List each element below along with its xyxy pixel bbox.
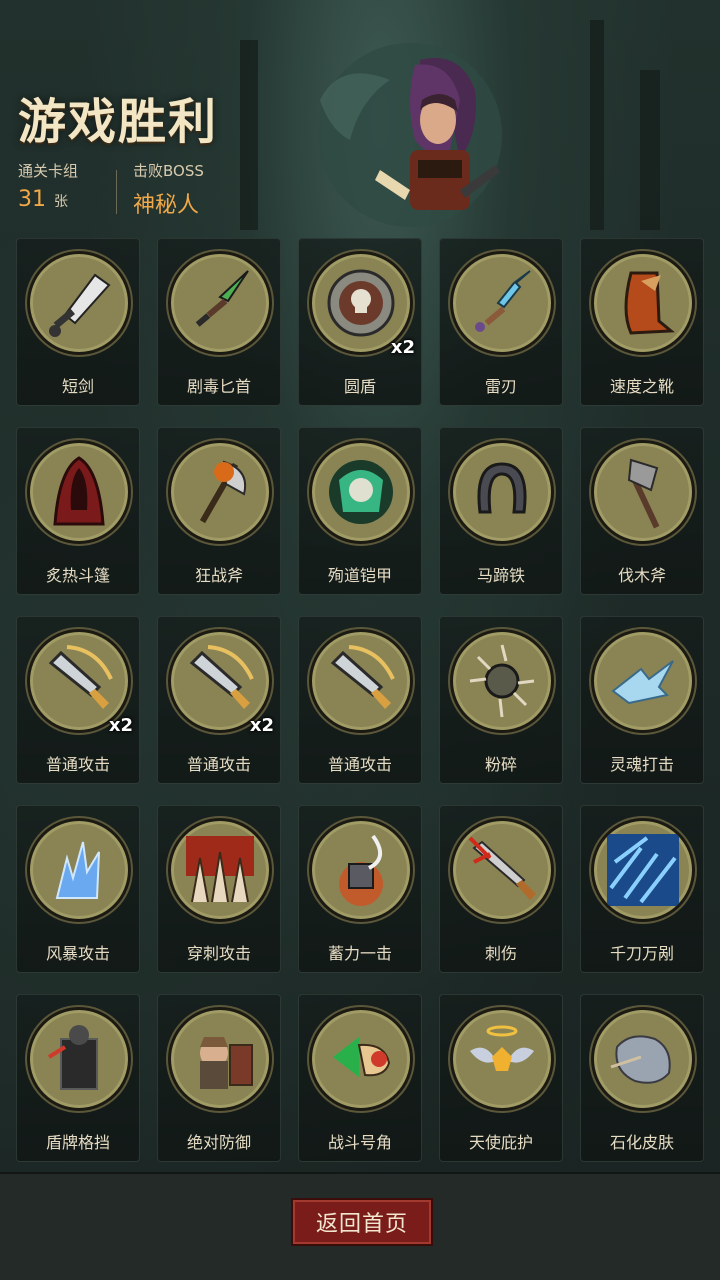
deck-card[interactable]: 炙热斗篷 — [16, 427, 140, 595]
card-name: 短剑 — [61, 377, 94, 396]
deck-card[interactable]: 狂战斧 — [157, 427, 281, 595]
card-name: 普通攻击 — [327, 755, 392, 774]
card-name: 穿刺攻击 — [186, 944, 251, 963]
deck-unit: 张 — [54, 194, 68, 210]
boss-stat: 击败BOSS 神秘人 — [133, 160, 204, 219]
deck-card[interactable]: 马蹄铁 — [439, 427, 563, 595]
card-name: 战斗号角 — [327, 1133, 392, 1152]
thunder-blade-icon — [450, 251, 554, 355]
victory-header: 游戏胜利 通关卡组 31 张 击败BOSS 神秘人 — [0, 0, 720, 230]
deck-card[interactable]: 粉碎 — [439, 616, 563, 784]
card-name: 石化皮肤 — [609, 1133, 674, 1152]
deck-card[interactable]: 绝对防御 — [157, 994, 281, 1162]
charged-strike-icon — [309, 818, 413, 922]
deck-card[interactable]: 剧毒匕首 — [157, 238, 281, 406]
shield-block-icon — [27, 1007, 131, 1111]
soul-strike-icon — [591, 629, 695, 733]
deck-count: 31 — [18, 187, 46, 212]
martyr-armor-icon — [309, 440, 413, 544]
card-name: 炙热斗篷 — [45, 566, 110, 585]
card-name: 盾牌格挡 — [45, 1133, 110, 1152]
page-title: 游戏胜利 — [18, 94, 219, 150]
card-name: 灵魂打击 — [609, 755, 674, 774]
wood-axe-icon — [591, 440, 695, 544]
deck-card[interactable]: x2 普通攻击 — [16, 616, 140, 784]
deck-card[interactable]: 殉道铠甲 — [298, 427, 422, 595]
deck-card[interactable]: 灵魂打击 — [580, 616, 704, 784]
card-name: 普通攻击 — [45, 755, 110, 774]
deck-card[interactable]: 蓄力一击 — [298, 805, 422, 973]
cloak-icon — [27, 440, 131, 544]
deck-card[interactable]: 短剑 — [16, 238, 140, 406]
card-name: 殉道铠甲 — [327, 566, 392, 585]
card-name: 雷刃 — [484, 377, 517, 396]
boss-name: 神秘人 — [133, 193, 200, 218]
deck-card[interactable]: 穿刺攻击 — [157, 805, 281, 973]
deck-card-grid: 短剑 剧毒匕首 x2 圆盾 雷刃 速度之靴 炙热斗篷 狂战斧 殉道铠甲 马蹄铁 伐木斧 x2 普通攻击 x… — [16, 238, 706, 1162]
card-count-badge: x2 — [390, 337, 415, 358]
boss-label: 击败BOSS — [133, 162, 204, 180]
card-name: 风暴攻击 — [45, 944, 110, 963]
basic-attack-icon — [309, 629, 413, 733]
stone-skin-icon — [591, 1007, 695, 1111]
pierce-attack-icon — [168, 818, 272, 922]
deck-card[interactable]: 天使庇护 — [439, 994, 563, 1162]
deck-card[interactable]: 石化皮肤 — [580, 994, 704, 1162]
return-home-button[interactable]: 返回首页 — [291, 1198, 433, 1246]
card-name: 蓄力一击 — [327, 944, 392, 963]
card-name: 粉碎 — [484, 755, 517, 774]
deck-card[interactable]: x2 圆盾 — [298, 238, 422, 406]
deck-card[interactable]: x2 普通攻击 — [157, 616, 281, 784]
card-name: 马蹄铁 — [476, 566, 525, 585]
war-horn-icon — [309, 1007, 413, 1111]
thousand-cuts-icon — [591, 818, 695, 922]
card-name: 伐木斧 — [617, 566, 666, 585]
deck-stat: 通关卡组 31 张 — [18, 160, 78, 212]
deck-card[interactable]: 普通攻击 — [298, 616, 422, 784]
absolute-defense-icon — [168, 1007, 272, 1111]
angel-protection-icon — [450, 1007, 554, 1111]
card-name: 刺伤 — [484, 944, 517, 963]
deck-card[interactable]: 战斗号角 — [298, 994, 422, 1162]
card-name: 千刀万剐 — [609, 944, 674, 963]
deck-card[interactable]: 刺伤 — [439, 805, 563, 973]
card-name: 绝对防御 — [186, 1133, 251, 1152]
shatter-icon — [450, 629, 554, 733]
deck-card[interactable]: 风暴攻击 — [16, 805, 140, 973]
stat-divider — [116, 170, 117, 214]
deck-card[interactable]: 速度之靴 — [580, 238, 704, 406]
deck-card[interactable]: 伐木斧 — [580, 427, 704, 595]
deck-card[interactable]: 雷刃 — [439, 238, 563, 406]
card-name: 狂战斧 — [194, 566, 243, 585]
card-name: 剧毒匕首 — [186, 377, 251, 396]
speed-boots-icon — [591, 251, 695, 355]
berserker-axe-icon — [168, 440, 272, 544]
card-count-badge: x2 — [249, 715, 274, 736]
card-name: 普通攻击 — [186, 755, 251, 774]
card-name: 圆盾 — [343, 377, 376, 396]
poison-dagger-icon — [168, 251, 272, 355]
card-name: 速度之靴 — [609, 377, 674, 396]
horseshoe-icon — [450, 440, 554, 544]
deck-label: 通关卡组 — [18, 162, 79, 180]
card-count-badge: x2 — [108, 715, 133, 736]
short-sword-icon — [27, 251, 131, 355]
deck-card[interactable]: 盾牌格挡 — [16, 994, 140, 1162]
stab-icon — [450, 818, 554, 922]
deck-card[interactable]: 千刀万剐 — [580, 805, 704, 973]
hero-character-icon — [318, 43, 502, 227]
storm-attack-icon — [27, 818, 131, 922]
deck-value: 31 张 — [18, 187, 78, 212]
card-name: 天使庇护 — [468, 1133, 533, 1152]
